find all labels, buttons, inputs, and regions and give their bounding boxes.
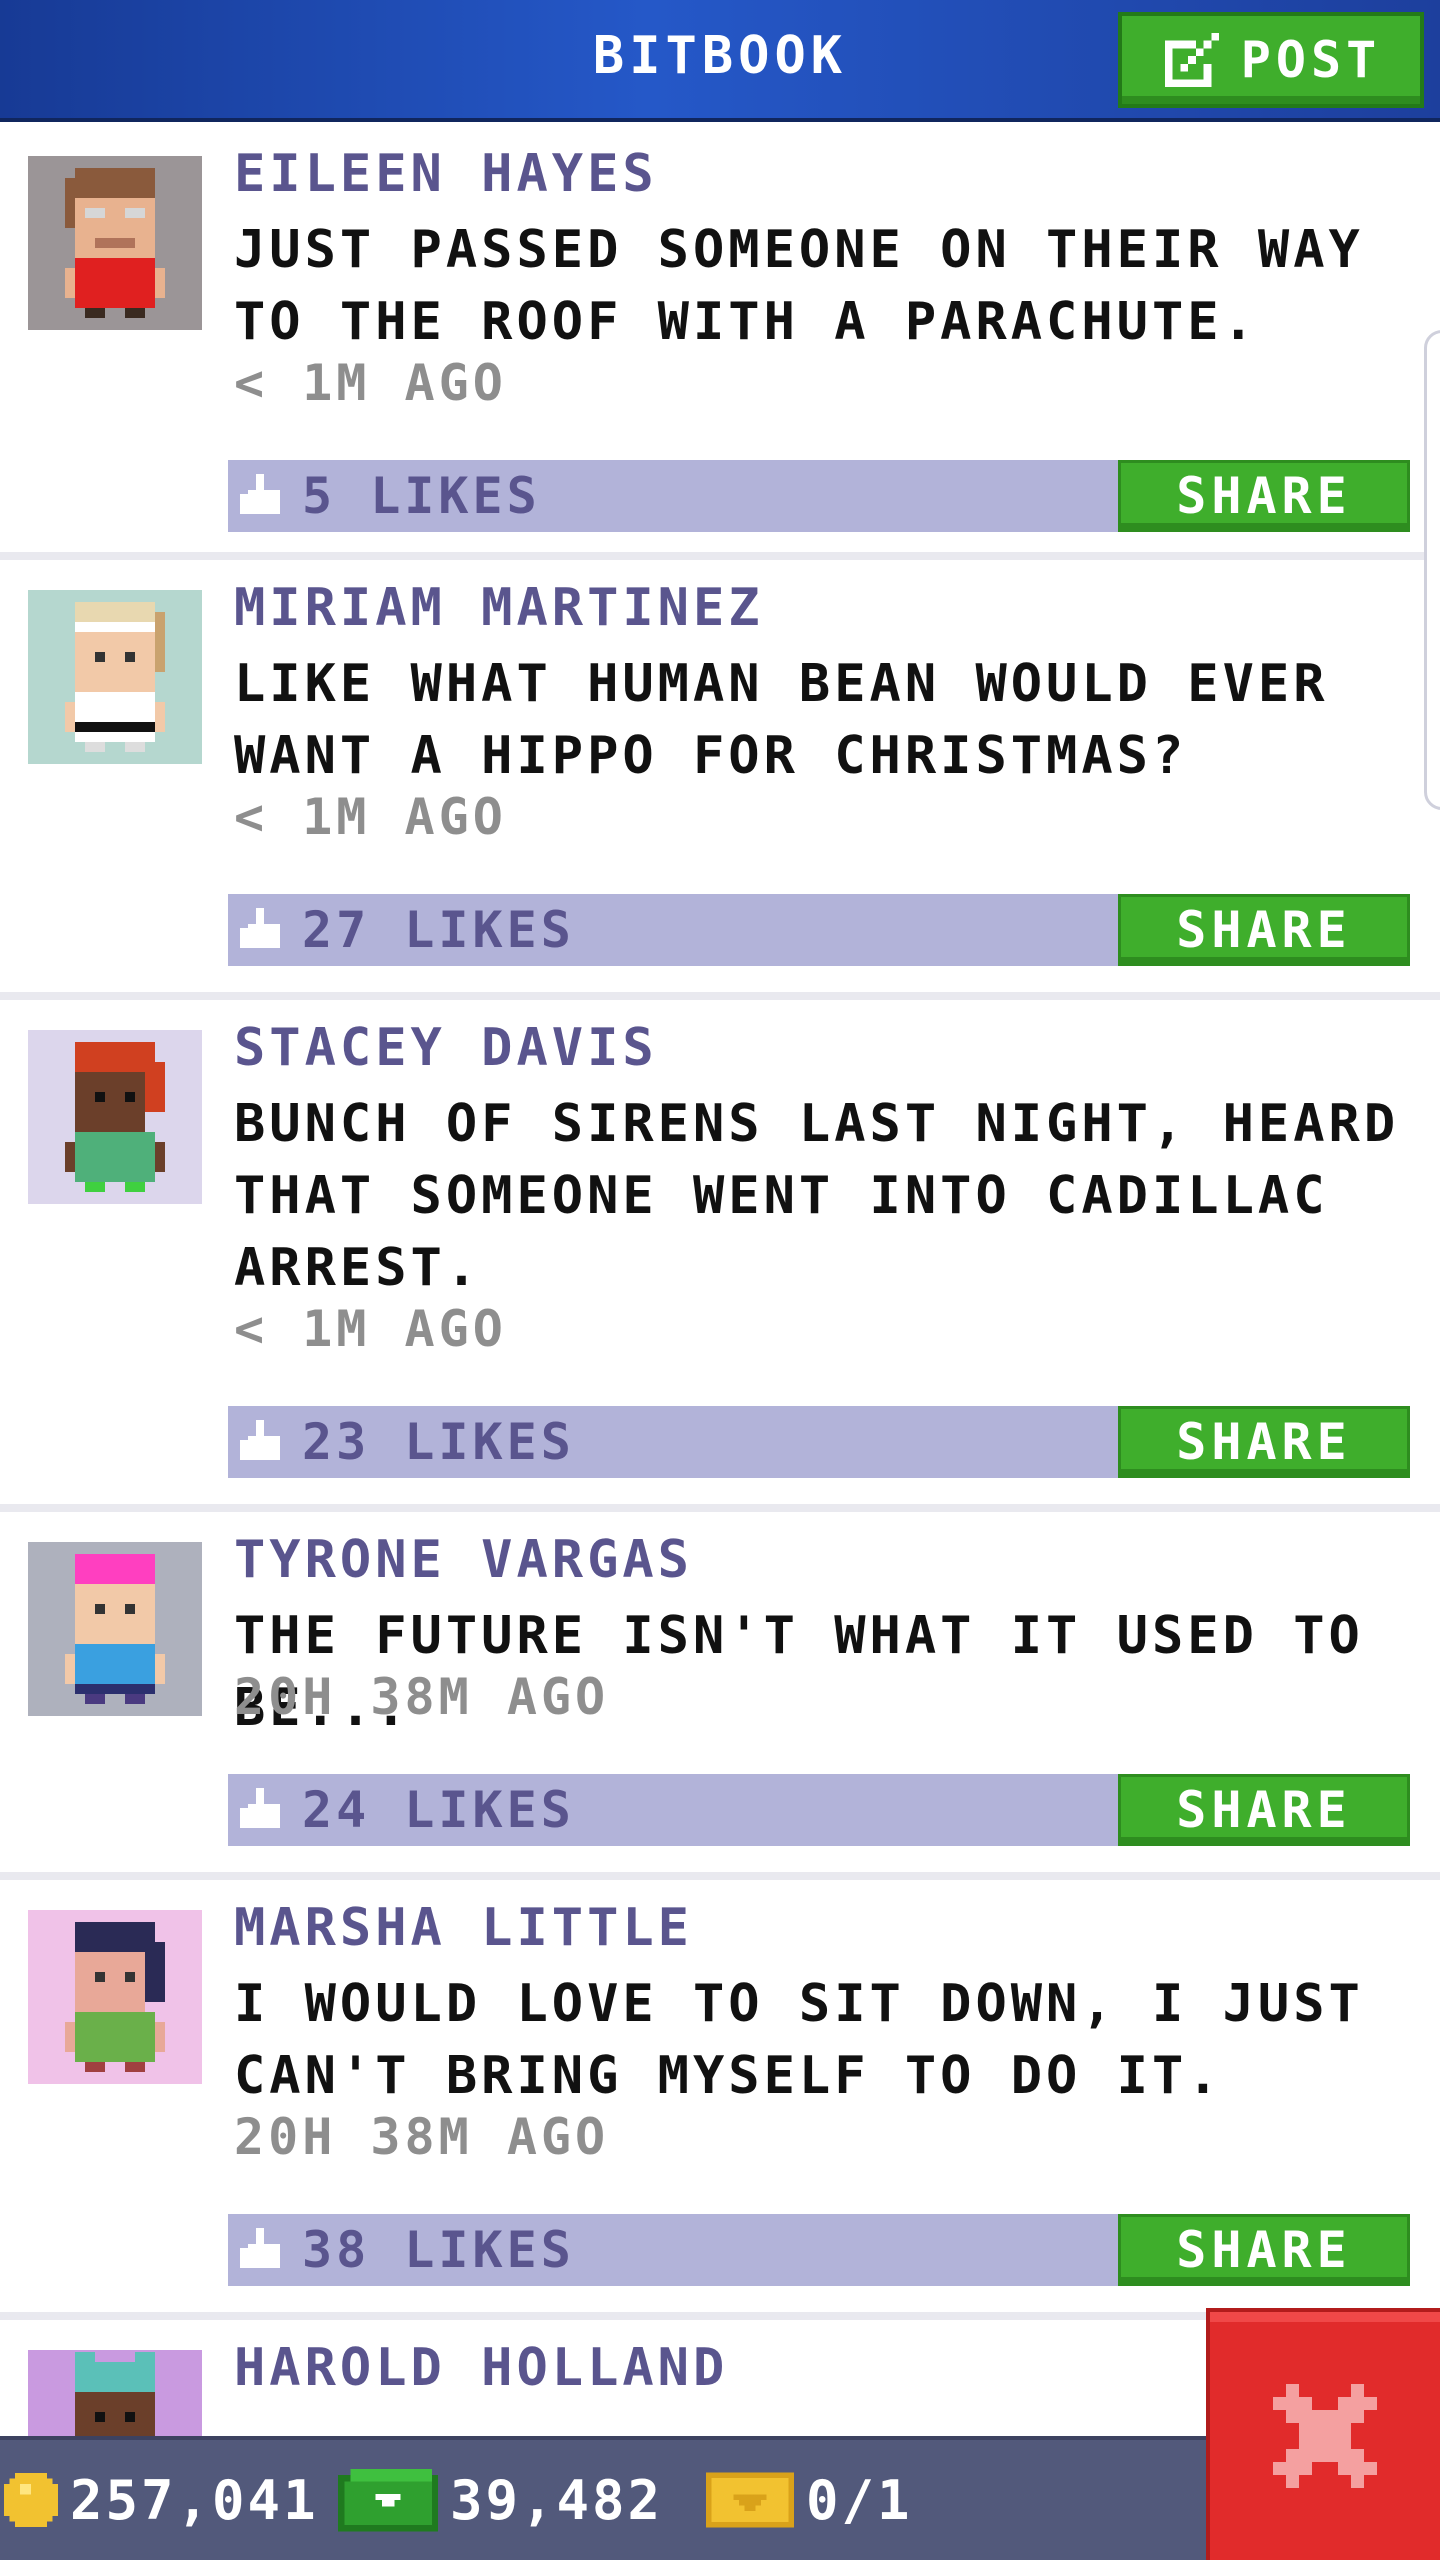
- share-button[interactable]: SHARE: [1118, 1774, 1410, 1846]
- feed-post: EILEEN HAYES JUST PASSED SOMEONE ON THEI…: [0, 126, 1440, 560]
- like-button[interactable]: 24 LIKES: [228, 1774, 575, 1846]
- share-button[interactable]: SHARE: [1118, 1406, 1410, 1478]
- post-button-label: POST: [1240, 31, 1382, 89]
- thumbs-up-icon: [240, 2228, 280, 2268]
- post-time: < 1M AGO: [234, 354, 507, 412]
- post-author[interactable]: TYRONE VARGAS: [234, 1530, 693, 1590]
- share-button[interactable]: SHARE: [1118, 460, 1410, 532]
- like-button[interactable]: 5 LIKES: [228, 460, 541, 532]
- share-button[interactable]: SHARE: [1118, 894, 1410, 966]
- like-button[interactable]: 23 LIKES: [228, 1406, 575, 1478]
- avatar[interactable]: [28, 1542, 202, 1716]
- ticket-icon: [706, 2472, 794, 2528]
- bux-counter: 39,482: [338, 2440, 663, 2560]
- avatar[interactable]: [28, 590, 202, 764]
- close-icon: [1273, 2384, 1377, 2488]
- avatar[interactable]: [28, 2350, 202, 2436]
- coins-value: 257,041: [70, 2468, 319, 2532]
- post-message: JUST PASSED SOMEONE ON THEIR WAY TO THE …: [234, 220, 1364, 352]
- app-header: BITBOOK POST: [0, 0, 1440, 122]
- bux-value: 39,482: [450, 2468, 664, 2532]
- thumbs-up-icon: [240, 908, 280, 948]
- likes-bar: 24 LIKES SHARE: [228, 1774, 1410, 1846]
- likes-count: 5 LIKES: [302, 467, 541, 525]
- coins-counter: 257,041: [4, 2440, 319, 2560]
- feed-post: MARSHA LITTLE I WOULD LOVE TO SIT DOWN, …: [0, 1880, 1440, 2320]
- tickets-counter: 0/1: [706, 2440, 913, 2560]
- thumbs-up-icon: [240, 1788, 280, 1828]
- avatar[interactable]: [28, 1910, 202, 2084]
- post-time: 20H 38M AGO: [234, 1668, 610, 1726]
- post-time: < 1M AGO: [234, 1300, 507, 1358]
- edit-icon: [1164, 32, 1219, 88]
- post-message: I WOULD LOVE TO SIT DOWN, I JUST CAN'T B…: [234, 1974, 1364, 2106]
- likes-count: 38 LIKES: [302, 2221, 575, 2279]
- post-author[interactable]: MIRIAM MARTINEZ: [234, 578, 764, 638]
- likes-bar: 23 LIKES SHARE: [228, 1406, 1410, 1478]
- post-time: < 1M AGO: [234, 788, 507, 846]
- feed-post: MIRIAM MARTINEZ LIKE WHAT HUMAN BEAN WOU…: [0, 560, 1440, 1000]
- post-author[interactable]: MARSHA LITTLE: [234, 1898, 693, 1958]
- close-button[interactable]: [1206, 2308, 1440, 2560]
- share-button[interactable]: SHARE: [1118, 2214, 1410, 2286]
- like-button[interactable]: 38 LIKES: [228, 2214, 575, 2286]
- feed-post: TYRONE VARGAS THE FUTURE ISN'T WHAT IT U…: [0, 1512, 1440, 1880]
- post-button[interactable]: POST: [1118, 12, 1424, 108]
- feed-post: STACEY DAVIS BUNCH OF SIRENS LAST NIGHT,…: [0, 1000, 1440, 1512]
- post-message: LIKE WHAT HUMAN BEAN WOULD EVER WANT A H…: [234, 654, 1329, 786]
- likes-count: 27 LIKES: [302, 901, 575, 959]
- bux-icon: [338, 2468, 438, 2532]
- likes-count: 24 LIKES: [302, 1781, 575, 1839]
- post-author[interactable]: STACEY DAVIS: [234, 1018, 658, 1078]
- feed[interactable]: EILEEN HAYES JUST PASSED SOMEONE ON THEI…: [0, 126, 1440, 2436]
- likes-count: 23 LIKES: [302, 1413, 575, 1471]
- avatar[interactable]: [28, 1030, 202, 1204]
- thumbs-up-icon: [240, 474, 280, 514]
- likes-bar: 5 LIKES SHARE: [228, 460, 1410, 532]
- post-author[interactable]: HAROLD HOLLAND: [234, 2338, 728, 2398]
- post-message: BUNCH OF SIRENS LAST NIGHT, HEARD THAT S…: [234, 1094, 1400, 1298]
- likes-bar: 27 LIKES SHARE: [228, 894, 1410, 966]
- thumbs-up-icon: [240, 1420, 280, 1460]
- tickets-value: 0/1: [806, 2468, 913, 2532]
- side-panel-handle[interactable]: [1424, 330, 1440, 810]
- post-time: 20H 38M AGO: [234, 2108, 610, 2166]
- likes-bar: 38 LIKES SHARE: [228, 2214, 1410, 2286]
- post-author[interactable]: EILEEN HAYES: [234, 144, 658, 204]
- like-button[interactable]: 27 LIKES: [228, 894, 575, 966]
- avatar[interactable]: [28, 156, 202, 330]
- coin-icon: [4, 2473, 58, 2527]
